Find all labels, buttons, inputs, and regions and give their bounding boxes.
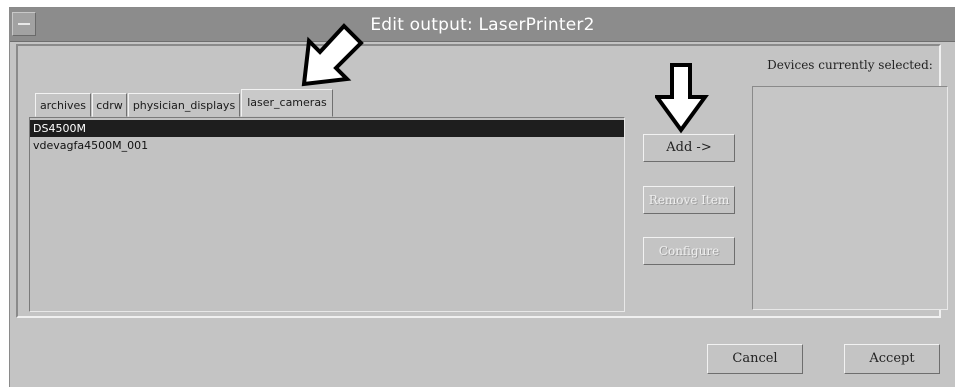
tab-archives[interactable]: archives [35, 93, 91, 117]
annotation-arrow-icon [301, 23, 364, 87]
devices-selected-label: Devices currently selected: [767, 58, 933, 72]
device-list[interactable]: DS4500M vdevagfa4500M_001 [29, 117, 625, 312]
tab-laser-cameras[interactable]: laser_cameras [241, 89, 333, 117]
remove-item-button[interactable]: Remove Item [643, 186, 735, 214]
annotation-arrow-down-icon [655, 63, 709, 134]
configure-button[interactable]: Configure [643, 237, 735, 265]
list-item-vdevagfa4500m-001[interactable]: vdevagfa4500M_001 [30, 137, 624, 154]
window-title: Edit output: LaserPrinter2 [370, 15, 595, 35]
list-item-ds4500m[interactable]: DS4500M [30, 120, 624, 137]
accept-button[interactable]: Accept [844, 344, 940, 374]
add-button[interactable]: Add -> [643, 134, 735, 162]
tab-physician-displays[interactable]: physician_displays [128, 93, 240, 117]
title-bar[interactable]: Edit output: LaserPrinter2 [10, 8, 955, 42]
tab-cdrw[interactable]: cdrw [92, 93, 127, 117]
selected-devices-list[interactable] [752, 86, 948, 310]
cancel-button[interactable]: Cancel [707, 344, 803, 374]
